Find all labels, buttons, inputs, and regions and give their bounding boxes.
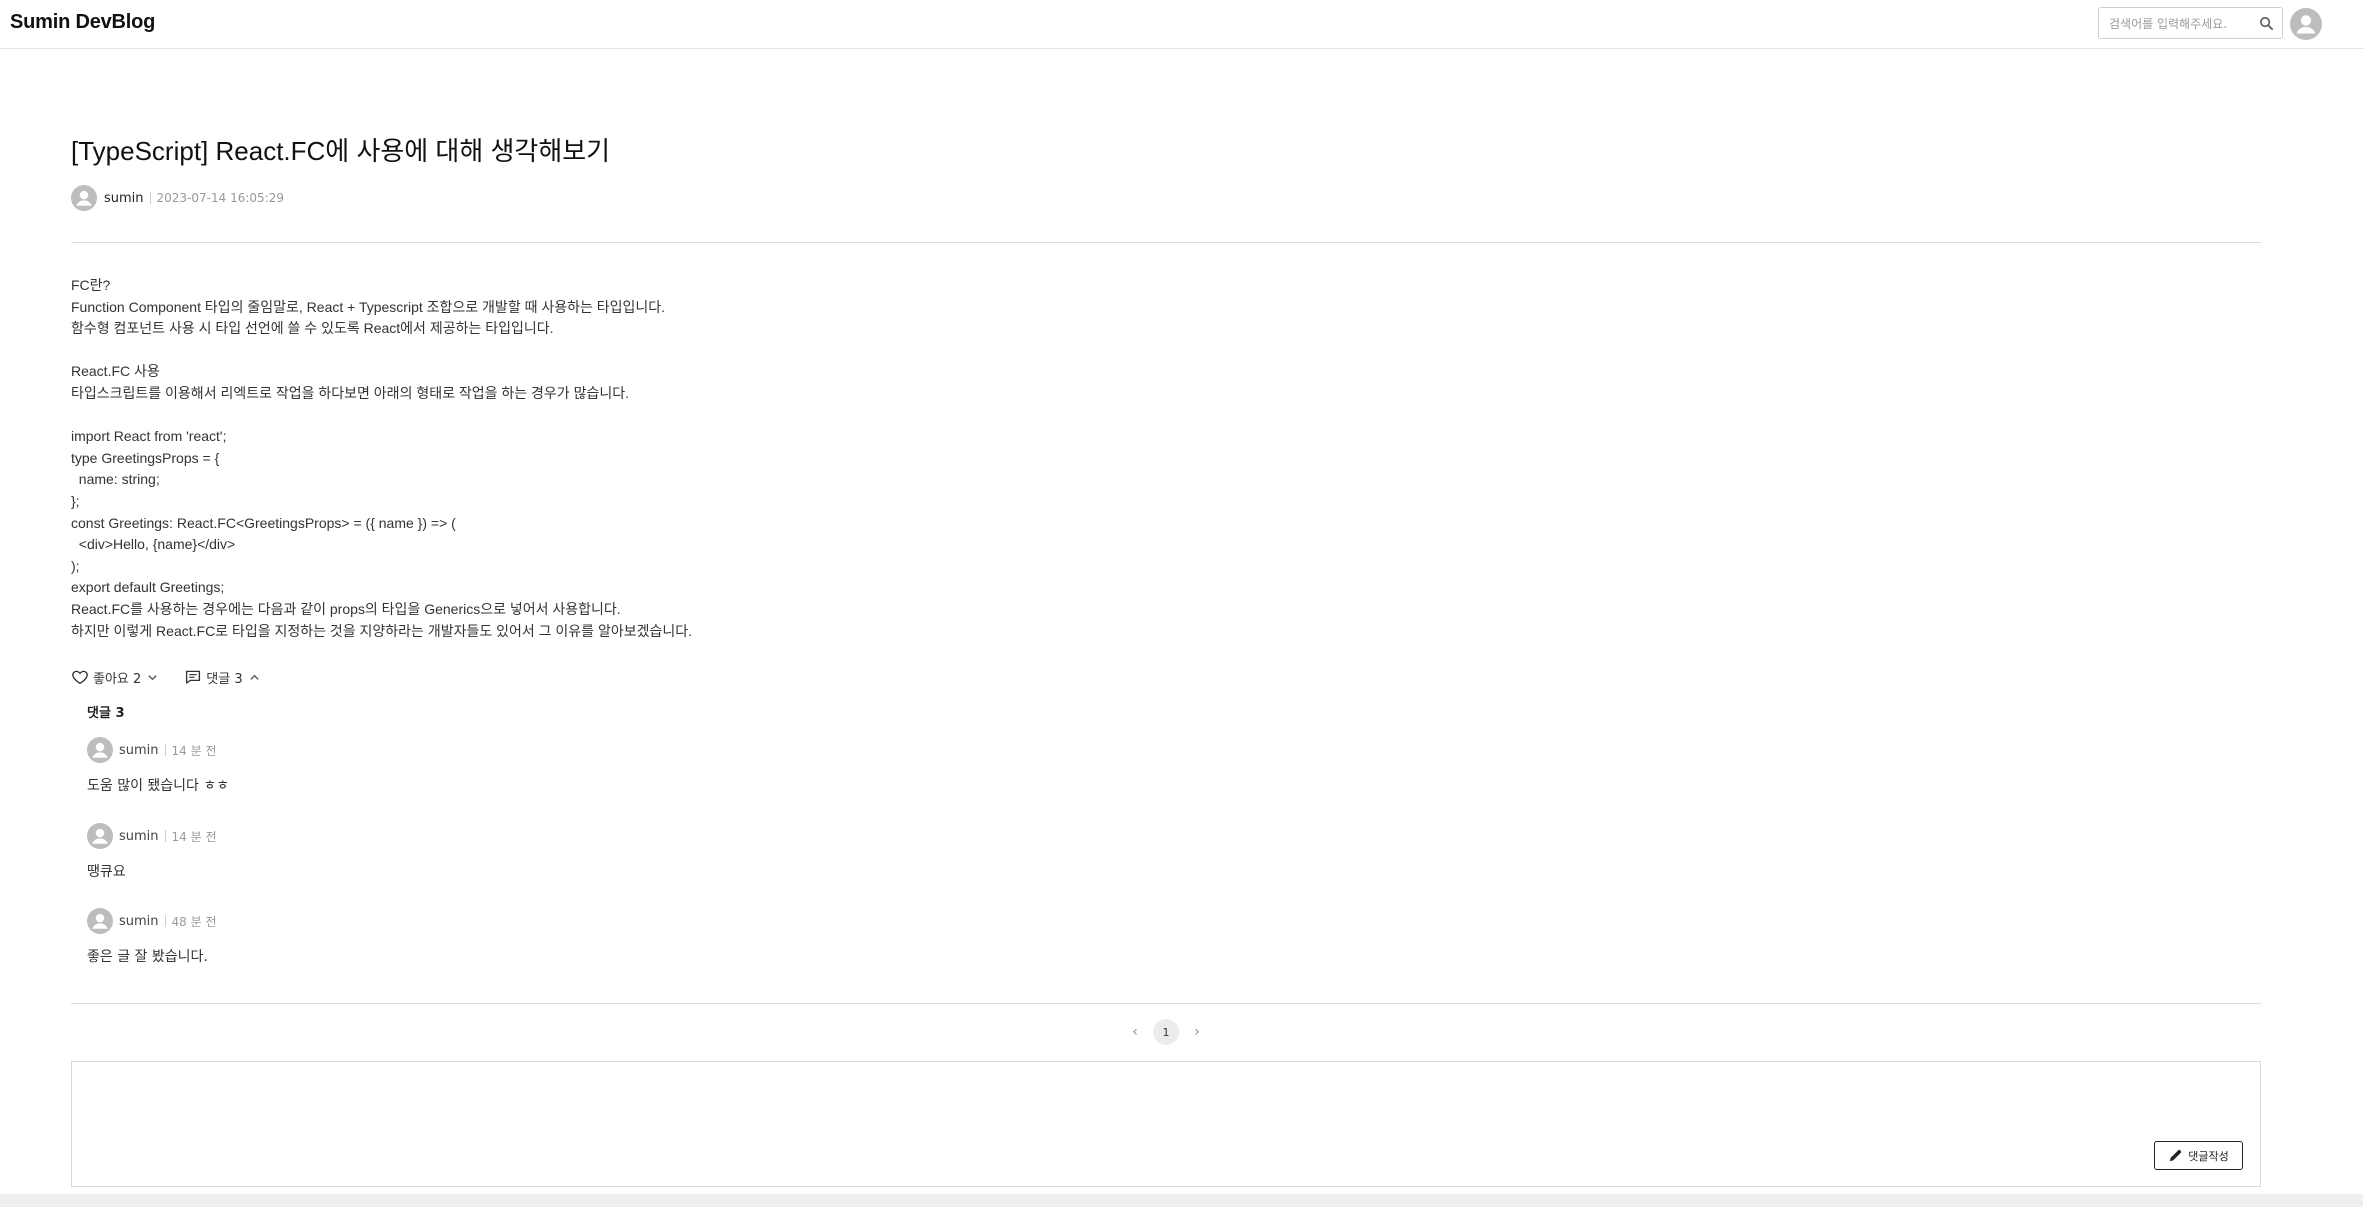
comment-author[interactable]: sumin [119,914,159,929]
meta-divider [164,744,166,756]
search-input[interactable] [2107,12,2251,36]
post-content-line [71,405,1471,427]
heart-icon [72,670,88,685]
post-content-line: 하지만 이렇게 React.FC로 타입을 지정하는 것을 지양하라는 개발자들… [71,622,692,639]
meta-divider [164,915,166,927]
comment-text: 땡큐요 [87,864,126,880]
post-content-line: export default Greetings; [71,579,225,596]
meta-divider [149,192,151,204]
comments-heading: 댓글 3 [87,706,125,721]
post-content-line: type GreetingsProps = { [71,449,220,466]
post-content-line: React.FC 사용 [71,363,160,380]
post-content-line: React.FC를 사용하는 경우에는 다음과 같이 props의 타입을 Ge… [71,600,621,617]
comments-divider [71,1003,2261,1004]
comment-item: sumin 14 분 전 땡큐요 [87,823,217,881]
post-title: [TypeScript] React.FC에 사용에 대해 생각해보기 [71,136,611,166]
post-content-line [71,340,1471,362]
submit-comment-label: 댓글작성 [2188,1149,2229,1163]
post-meta: sumin 2023-07-14 16:05:29 [71,185,284,211]
page-number-button[interactable]: 1 [1153,1019,1179,1045]
comment-author[interactable]: sumin [119,743,159,758]
post-content-line: name: string; [71,471,160,488]
commenter-avatar-icon [87,823,113,849]
post-content-line: Function Component 타입의 줄임말로, React + Typ… [71,298,666,315]
post-content-line: 함수형 컴포넌트 사용 시 타입 선언에 쓸 수 있도록 React에서 제공하… [71,320,554,337]
comment-textarea[interactable] [82,1072,2146,1166]
chevron-down-icon [148,674,157,680]
comments-toggle-button[interactable]: 댓글 3 [184,668,259,687]
comment-time: 14 분 전 [171,743,217,758]
like-count-label: 좋아요 2 [93,671,142,687]
comment-time: 14 분 전 [171,829,217,844]
user-avatar-icon[interactable] [2290,8,2322,40]
post-content-line: <div>Hello, {name}</div> [71,536,236,553]
author-avatar-icon [71,185,97,211]
meta-divider [164,830,166,842]
comment-count-label: 댓글 3 [206,671,243,687]
post-date: 2023-07-14 16:05:29 [156,191,284,205]
comment-time: 48 분 전 [171,914,217,929]
comment-text: 도움 많이 됐습니다 ㅎㅎ [87,778,230,794]
comment-icon [186,670,201,684]
post-content-line: import React from 'react'; [71,428,227,445]
submit-comment-button[interactable]: 댓글작성 [2154,1141,2243,1170]
like-button[interactable]: 좋아요 2 [71,668,158,687]
pagination: ‹ 1 › [1125,1019,1207,1045]
post-content-line: 타입스크립트를 이용해서 리엑트로 작업을 하다보면 아래의 형태로 작업을 하… [71,384,629,401]
search-icon[interactable] [2258,15,2275,32]
post-content-line: }; [71,492,80,509]
post-actions: 좋아요 2 댓글 3 [71,666,260,688]
pen-icon [2170,1149,2182,1162]
post-content: FC란? Function Component 타입의 줄임말로, React +… [71,275,1471,642]
post-content-line: const Greetings: React.FC<GreetingsProps… [71,514,456,531]
title-divider [71,242,2261,243]
next-page-icon[interactable]: › [1187,1024,1207,1040]
bottom-scroll-strip [0,1194,2363,1207]
post-content-line: ); [71,557,80,574]
comment-item: sumin 48 분 전 좋은 글 잘 봤습니다. [87,908,217,966]
comment-text: 좋은 글 잘 봤습니다. [87,949,208,965]
commenter-avatar-icon [87,908,113,934]
blog-logo[interactable]: Sumin DevBlog [10,11,155,34]
commenter-avatar-icon [87,737,113,763]
comment-editor [71,1061,2261,1187]
post-author[interactable]: sumin [104,191,144,206]
post-content-line: FC란? [71,277,111,293]
top-header: Sumin DevBlog [0,0,2363,49]
comment-author[interactable]: sumin [119,829,159,844]
search-box[interactable] [2098,7,2283,39]
prev-page-icon[interactable]: ‹ [1125,1024,1145,1040]
comment-item: sumin 14 분 전 도움 많이 됐습니다 ㅎㅎ [87,737,229,795]
chevron-up-icon [249,674,259,680]
